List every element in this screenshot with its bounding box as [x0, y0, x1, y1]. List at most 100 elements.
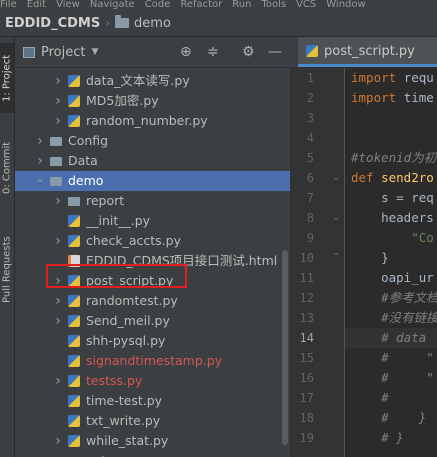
code-line: # } — [351, 428, 404, 448]
python-file-icon — [68, 355, 80, 367]
gear-icon[interactable]: ⚙ — [242, 44, 255, 60]
collapse-expand-icon[interactable]: ≑ — [207, 44, 219, 60]
python-file-icon — [68, 395, 80, 407]
chevron-right-icon[interactable]: › — [53, 111, 63, 131]
chevron-right-icon[interactable]: › — [53, 431, 63, 451]
editor-tab-bar: post_script.py — [290, 37, 437, 68]
tree-folder-item[interactable]: ⌄ demo — [15, 171, 290, 191]
chevron-right-icon[interactable]: › — [53, 91, 63, 111]
tree-item-label: Send_meil.py — [86, 313, 170, 328]
chevron-right-icon[interactable]: › — [53, 291, 63, 311]
tree-folder-item[interactable]: › Data — [15, 151, 290, 171]
line-number: 3 — [306, 111, 314, 125]
fold-marker-icon[interactable]: ⌄ — [332, 212, 340, 223]
tree-item-label: random_number.py — [86, 113, 208, 128]
chevron-right-icon[interactable]: › — [53, 231, 63, 251]
pull-requests-tool-tab[interactable]: Pull Requests — [0, 222, 14, 317]
fold-marker-icon[interactable]: ⌃ — [332, 252, 340, 263]
code-token: #没有链接 — [351, 310, 437, 325]
tree-file-item[interactable]: › random_number.py — [15, 111, 290, 131]
line-number: 15 — [299, 351, 314, 365]
code-line: #tokenid为初 — [351, 148, 436, 168]
hide-panel-icon[interactable]: — — [268, 44, 282, 60]
menu-item[interactable]: Navigate — [90, 0, 135, 10]
locate-file-icon[interactable]: ⊕ — [180, 44, 192, 60]
chevron-down-icon[interactable]: ▼ — [91, 47, 98, 57]
python-file-icon — [68, 435, 80, 447]
chevron-right-icon[interactable]: › — [35, 131, 45, 151]
python-file-icon — [68, 235, 80, 247]
python-file-icon — [68, 295, 80, 307]
chevron-right-icon[interactable]: › — [53, 311, 63, 331]
tree-file-item[interactable]: time-test.py — [15, 391, 290, 411]
tree-item-label: check_accts.py — [86, 233, 181, 248]
code-line: oapi_ur — [351, 268, 434, 288]
tree-file-item[interactable]: › Send_meil.py — [15, 311, 290, 331]
commit-tool-tab[interactable]: 0: Commit — [0, 133, 14, 203]
tree-folder-item[interactable]: › Config — [15, 131, 290, 151]
tool-window-strip: 1: Project 0: Commit Pull Requests — [0, 37, 15, 457]
menu-item[interactable]: Window — [326, 0, 365, 10]
folder-icon — [115, 15, 130, 28]
tree-item-label: MD5加密.py — [86, 93, 159, 108]
menu-item[interactable]: Code — [145, 0, 171, 10]
menu-item[interactable]: View — [56, 0, 80, 10]
tree-file-item[interactable]: › data_文本读写.py — [15, 71, 290, 91]
line-number: 9 — [306, 231, 314, 245]
line-number: 17 — [299, 391, 314, 405]
tree-file-item[interactable]: shh-pysql.py — [15, 331, 290, 351]
tree-file-item[interactable]: › testss.py — [15, 371, 290, 391]
python-file-icon — [68, 95, 80, 107]
line-number: 10 — [299, 251, 314, 265]
code-editor[interactable]: import requ import time #tokenid为初 def send… — [345, 68, 437, 457]
menu-item[interactable]: Refactor — [180, 0, 222, 10]
tree-file-item[interactable]: › while_stat.py — [15, 431, 290, 451]
chevron-right-icon[interactable]: › — [53, 71, 63, 91]
code-token: headers — [351, 210, 434, 225]
menu-item[interactable]: File — [0, 0, 17, 10]
breadcrumb-root[interactable]: EDDID_CDMS — [5, 16, 100, 31]
chevron-right-icon[interactable]: › — [53, 371, 63, 391]
line-number: 11 — [299, 271, 314, 285]
code-token: } — [351, 250, 389, 265]
chevron-down-icon[interactable]: ⌄ — [35, 168, 45, 188]
tree-file-item[interactable]: signandtimestamp.py — [15, 351, 290, 371]
menu-item[interactable]: Run — [232, 0, 251, 10]
code-token: #参考文档 — [351, 290, 437, 305]
project-tool-tab[interactable]: 1: Project — [0, 43, 14, 113]
tree-file-item[interactable]: › check_accts.py — [15, 231, 290, 251]
tree-item-label: report — [68, 451, 106, 457]
tree-item-label: Data — [68, 153, 98, 168]
tree-item-label: signandtimestamp.py — [86, 353, 223, 368]
chevron-right-icon[interactable]: › — [35, 451, 45, 457]
tree-file-item[interactable]: __init__.py — [15, 211, 290, 231]
code-line: import requ — [351, 68, 434, 88]
code-token: time — [403, 90, 434, 105]
code-token: send2ro — [381, 170, 434, 185]
project-view-icon — [23, 46, 35, 58]
line-number: 13 — [299, 311, 314, 325]
tree-item-label: time-test.py — [86, 393, 163, 408]
fold-marker-icon[interactable]: ⌄ — [332, 172, 340, 183]
tree-item-label: randomtest.py — [86, 293, 178, 308]
tree-file-item[interactable]: txt_write.py — [15, 411, 290, 431]
tree-file-item[interactable]: › randomtest.py — [15, 291, 290, 311]
project-view-selector[interactable]: Project — [41, 45, 85, 60]
tree-file-item[interactable]: › MD5加密.py — [15, 91, 290, 111]
menu-item[interactable]: Tools — [261, 0, 286, 10]
code-token: oapi_ur — [351, 270, 434, 285]
tree-item-label: Config — [68, 133, 109, 148]
code-line: import time — [351, 88, 434, 108]
project-panel: Project ▼ ⊕ ≑ ⚙ — › data_文本读写.py › MD5加密.py… — [15, 37, 290, 457]
chevron-right-icon[interactable]: › — [53, 191, 63, 211]
breadcrumb-current[interactable]: demo — [134, 16, 171, 31]
menu-item[interactable]: Edit — [27, 0, 46, 10]
tree-folder-item[interactable]: › report — [15, 451, 290, 457]
editor-tab-post-script[interactable]: post_script.py — [298, 37, 437, 67]
tree-scrollbar[interactable] — [282, 250, 288, 445]
code-line: def send2ro — [351, 168, 434, 188]
line-number: 12 — [299, 291, 314, 305]
tree-folder-item[interactable]: › report — [15, 191, 290, 211]
menu-item[interactable]: VCS — [296, 0, 316, 10]
tree-item-label: demo — [68, 173, 104, 188]
